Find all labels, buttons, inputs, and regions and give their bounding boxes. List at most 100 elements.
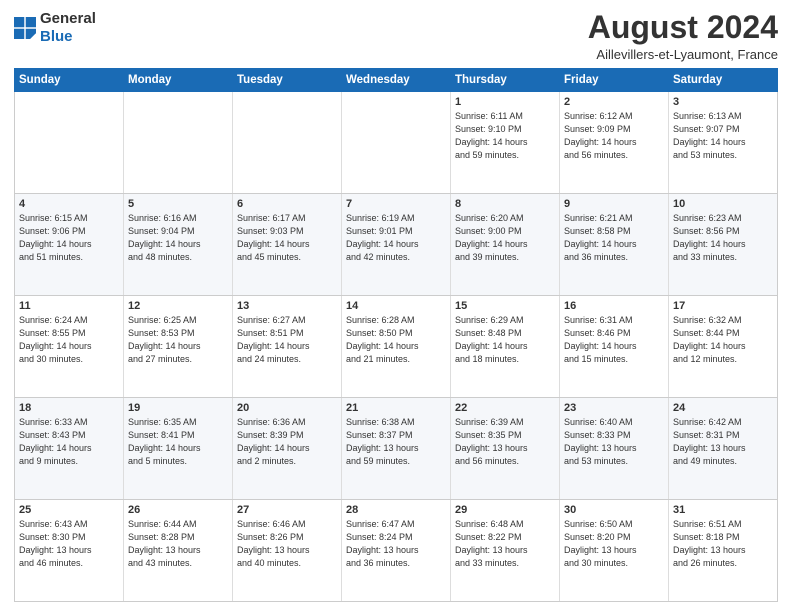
day-info: Sunrise: 6:46 AM Sunset: 8:26 PM Dayligh… — [237, 518, 337, 570]
day-info: Sunrise: 6:40 AM Sunset: 8:33 PM Dayligh… — [564, 416, 664, 468]
day-number: 27 — [237, 504, 337, 516]
table-row: 17 Sunrise: 6:32 AM Sunset: 8:44 PM Dayli… — [669, 296, 778, 398]
day-info: Sunrise: 6:43 AM Sunset: 8:30 PM Dayligh… — [19, 518, 119, 570]
day-number: 17 — [673, 300, 773, 312]
table-row: 18 Sunrise: 6:33 AM Sunset: 8:43 PM Dayli… — [15, 398, 124, 500]
calendar-week-row: 11 Sunrise: 6:24 AM Sunset: 8:55 PM Dayli… — [15, 296, 778, 398]
day-number: 9 — [564, 198, 664, 210]
location: Aillevillers-et-Lyaumont, France — [588, 47, 778, 62]
day-number: 23 — [564, 402, 664, 414]
day-number: 7 — [346, 198, 446, 210]
day-number: 28 — [346, 504, 446, 516]
month-year: August 2024 — [588, 10, 778, 45]
calendar-week-row: 4 Sunrise: 6:15 AM Sunset: 9:06 PM Daylig… — [15, 194, 778, 296]
day-info: Sunrise: 6:20 AM Sunset: 9:00 PM Dayligh… — [455, 212, 555, 264]
day-number: 31 — [673, 504, 773, 516]
day-number: 12 — [128, 300, 228, 312]
day-number: 15 — [455, 300, 555, 312]
day-number: 18 — [19, 402, 119, 414]
table-row: 10 Sunrise: 6:23 AM Sunset: 8:56 PM Dayli… — [669, 194, 778, 296]
day-number: 30 — [564, 504, 664, 516]
day-info: Sunrise: 6:21 AM Sunset: 8:58 PM Dayligh… — [564, 212, 664, 264]
table-row — [15, 92, 124, 194]
day-number: 20 — [237, 402, 337, 414]
day-number: 8 — [455, 198, 555, 210]
logo: General Blue — [14, 10, 96, 46]
day-info: Sunrise: 6:39 AM Sunset: 8:35 PM Dayligh… — [455, 416, 555, 468]
day-number: 29 — [455, 504, 555, 516]
col-friday: Friday — [560, 69, 669, 92]
table-row: 28 Sunrise: 6:47 AM Sunset: 8:24 PM Dayli… — [342, 500, 451, 602]
day-info: Sunrise: 6:25 AM Sunset: 8:53 PM Dayligh… — [128, 314, 228, 366]
day-info: Sunrise: 6:12 AM Sunset: 9:09 PM Dayligh… — [564, 110, 664, 162]
day-info: Sunrise: 6:35 AM Sunset: 8:41 PM Dayligh… — [128, 416, 228, 468]
table-row: 24 Sunrise: 6:42 AM Sunset: 8:31 PM Dayli… — [669, 398, 778, 500]
day-number: 19 — [128, 402, 228, 414]
table-row: 16 Sunrise: 6:31 AM Sunset: 8:46 PM Dayli… — [560, 296, 669, 398]
day-info: Sunrise: 6:23 AM Sunset: 8:56 PM Dayligh… — [673, 212, 773, 264]
logo-icon — [14, 17, 36, 39]
day-info: Sunrise: 6:13 AM Sunset: 9:07 PM Dayligh… — [673, 110, 773, 162]
day-number: 1 — [455, 96, 555, 108]
table-row: 1 Sunrise: 6:11 AM Sunset: 9:10 PM Daylig… — [451, 92, 560, 194]
calendar-week-row: 1 Sunrise: 6:11 AM Sunset: 9:10 PM Daylig… — [15, 92, 778, 194]
header: General Blue August 2024 Aillevillers-et… — [14, 10, 778, 62]
day-info: Sunrise: 6:44 AM Sunset: 8:28 PM Dayligh… — [128, 518, 228, 570]
day-info: Sunrise: 6:19 AM Sunset: 9:01 PM Dayligh… — [346, 212, 446, 264]
table-row: 5Sunrise: 6:16 AM Sunset: 9:04 PM Daylig… — [124, 194, 233, 296]
day-number: 11 — [19, 300, 119, 312]
table-row: 20 Sunrise: 6:36 AM Sunset: 8:39 PM Dayli… — [233, 398, 342, 500]
day-number: 3 — [673, 96, 773, 108]
table-row: 19 Sunrise: 6:35 AM Sunset: 8:41 PM Dayli… — [124, 398, 233, 500]
day-number: 22 — [455, 402, 555, 414]
table-row: 22 Sunrise: 6:39 AM Sunset: 8:35 PM Dayli… — [451, 398, 560, 500]
day-info: Sunrise: 6:32 AM Sunset: 8:44 PM Dayligh… — [673, 314, 773, 366]
table-row: 14Sunrise: 6:28 AM Sunset: 8:50 PM Dayli… — [342, 296, 451, 398]
page: General Blue August 2024 Aillevillers-et… — [0, 0, 792, 612]
col-saturday: Saturday — [669, 69, 778, 92]
day-number: 16 — [564, 300, 664, 312]
table-row: 29Sunrise: 6:48 AM Sunset: 8:22 PM Dayli… — [451, 500, 560, 602]
day-number: 13 — [237, 300, 337, 312]
table-row: 30 Sunrise: 6:50 AM Sunset: 8:20 PM Dayli… — [560, 500, 669, 602]
day-number: 24 — [673, 402, 773, 414]
table-row — [233, 92, 342, 194]
day-info: Sunrise: 6:47 AM Sunset: 8:24 PM Dayligh… — [346, 518, 446, 570]
table-row: 31 Sunrise: 6:51 AM Sunset: 8:18 PM Dayli… — [669, 500, 778, 602]
table-row: 7 Sunrise: 6:19 AM Sunset: 9:01 PM Daylig… — [342, 194, 451, 296]
day-number: 4 — [19, 198, 119, 210]
day-number: 10 — [673, 198, 773, 210]
calendar-header-row: Sunday Monday Tuesday Wednesday Thursday… — [15, 69, 778, 92]
logo-general: General — [40, 10, 96, 27]
day-info: Sunrise: 6:24 AM Sunset: 8:55 PM Dayligh… — [19, 314, 119, 366]
day-info: Sunrise: 6:11 AM Sunset: 9:10 PM Dayligh… — [455, 110, 555, 162]
table-row: 15 Sunrise: 6:29 AM Sunset: 8:48 PM Dayli… — [451, 296, 560, 398]
day-number: 26 — [128, 504, 228, 516]
day-info: Sunrise: 6:50 AM Sunset: 8:20 PM Dayligh… — [564, 518, 664, 570]
table-row: 4 Sunrise: 6:15 AM Sunset: 9:06 PM Daylig… — [15, 194, 124, 296]
table-row: 9 Sunrise: 6:21 AM Sunset: 8:58 PM Daylig… — [560, 194, 669, 296]
table-row: 11 Sunrise: 6:24 AM Sunset: 8:55 PM Dayli… — [15, 296, 124, 398]
logo-text: General Blue — [40, 10, 96, 46]
day-info: Sunrise: 6:38 AM Sunset: 8:37 PM Dayligh… — [346, 416, 446, 468]
day-info: Sunrise: 6:31 AM Sunset: 8:46 PM Dayligh… — [564, 314, 664, 366]
logo-blue: Blue — [40, 28, 73, 45]
day-info: Sunrise: 6:29 AM Sunset: 8:48 PM Dayligh… — [455, 314, 555, 366]
col-thursday: Thursday — [451, 69, 560, 92]
title-block: August 2024 Aillevillers-et-Lyaumont, Fr… — [588, 10, 778, 62]
calendar: Sunday Monday Tuesday Wednesday Thursday… — [14, 68, 778, 602]
day-info: Sunrise: 6:36 AM Sunset: 8:39 PM Dayligh… — [237, 416, 337, 468]
day-info: Sunrise: 6:33 AM Sunset: 8:43 PM Dayligh… — [19, 416, 119, 468]
day-info: Sunrise: 6:17 AM Sunset: 9:03 PM Dayligh… — [237, 212, 337, 264]
day-info: Sunrise: 6:16 AM Sunset: 9:04 PM Dayligh… — [128, 212, 228, 264]
day-number: 25 — [19, 504, 119, 516]
day-info: Sunrise: 6:15 AM Sunset: 9:06 PM Dayligh… — [19, 212, 119, 264]
table-row: 26 Sunrise: 6:44 AM Sunset: 8:28 PM Dayli… — [124, 500, 233, 602]
table-row: 25 Sunrise: 6:43 AM Sunset: 8:30 PM Dayli… — [15, 500, 124, 602]
table-row: 13Sunrise: 6:27 AM Sunset: 8:51 PM Dayli… — [233, 296, 342, 398]
day-info: Sunrise: 6:51 AM Sunset: 8:18 PM Dayligh… — [673, 518, 773, 570]
col-tuesday: Tuesday — [233, 69, 342, 92]
day-info: Sunrise: 6:42 AM Sunset: 8:31 PM Dayligh… — [673, 416, 773, 468]
table-row: 23 Sunrise: 6:40 AM Sunset: 8:33 PM Dayli… — [560, 398, 669, 500]
table-row: 3 Sunrise: 6:13 AM Sunset: 9:07 PM Daylig… — [669, 92, 778, 194]
